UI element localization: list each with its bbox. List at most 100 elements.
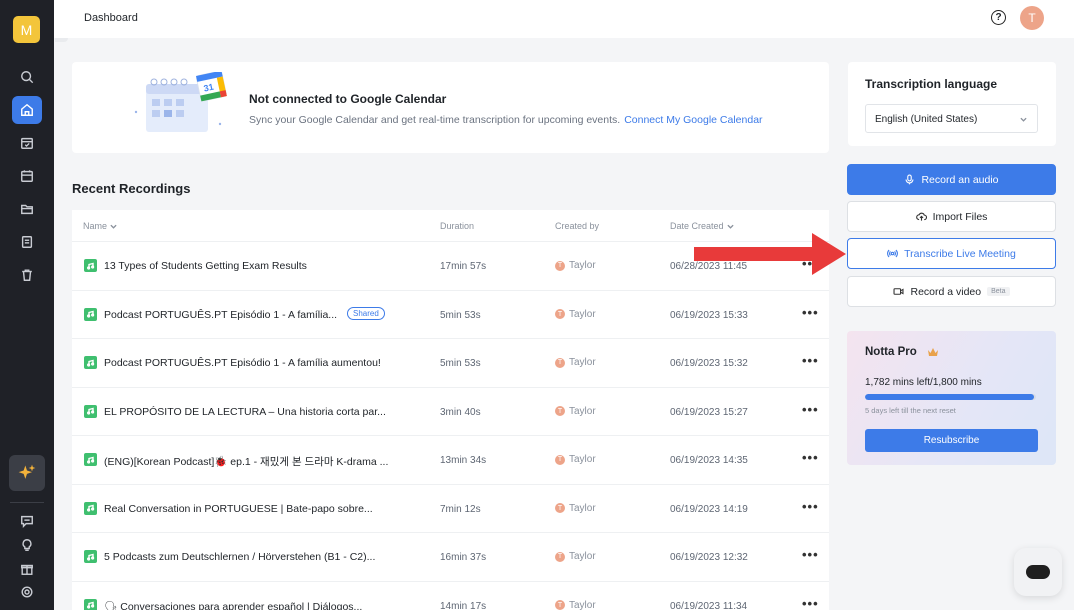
notta-pro-card: Notta Pro 1,782 mins left/1,800 mins 5 d… xyxy=(847,331,1056,465)
audio-file-icon xyxy=(84,598,97,610)
usage-progress-bar xyxy=(865,394,1036,400)
owner-name: Taylor xyxy=(569,260,596,271)
import-files-label: Import Files xyxy=(932,210,988,223)
audio-file-icon xyxy=(84,550,97,563)
owner-avatar: T xyxy=(555,600,565,610)
transcribe-live-label: Transcribe Live Meeting xyxy=(904,247,1016,260)
table-row[interactable]: EL PROPÓSITO DE LA LECTURA – Una histori… xyxy=(72,386,829,436)
settings-icon[interactable] xyxy=(12,578,42,606)
recording-date: 06/19/2023 14:19 xyxy=(670,503,748,515)
ai-sparkle-button[interactable] xyxy=(9,455,45,491)
reset-note: 5 days left till the next reset xyxy=(865,406,956,415)
recording-date: 06/19/2023 12:32 xyxy=(670,552,748,563)
owner-avatar: T xyxy=(555,309,565,319)
audio-file-icon xyxy=(84,404,97,418)
transcription-language-card: Transcription language English (United S… xyxy=(848,62,1056,146)
shared-badge: Shared xyxy=(347,306,385,320)
more-options-icon[interactable]: ••• xyxy=(802,353,819,368)
recording-name[interactable]: 13 Types of Students Getting Exam Result… xyxy=(104,260,307,272)
recording-name[interactable]: EL PROPÓSITO DE LA LECTURA – Una histori… xyxy=(104,406,386,418)
record-audio-button[interactable]: Record an audio xyxy=(847,164,1056,195)
recording-name[interactable]: (ENG)[Korean Podcast]🐞 ep.1 - 재밌게 본 드라마 … xyxy=(104,454,388,469)
banner-description: Sync your Google Calendar and get real-t… xyxy=(249,114,763,126)
calendar-date-number: 31 xyxy=(203,82,215,94)
more-options-icon[interactable]: ••• xyxy=(802,450,819,465)
language-select-value: English (United States) xyxy=(875,114,978,125)
owner-avatar: T xyxy=(555,357,565,368)
document-icon[interactable] xyxy=(12,228,42,256)
banner-title: Not connected to Google Calendar xyxy=(249,92,447,106)
record-audio-label: Record an audio xyxy=(921,173,999,186)
column-header-date-created[interactable]: Date Created xyxy=(670,221,734,231)
recording-duration: 3min 40s xyxy=(440,406,481,418)
recording-owner: T Taylor xyxy=(555,406,596,417)
recording-name[interactable]: 5 Podcasts zum Deutschlernen / Hörverste… xyxy=(104,551,375,563)
recording-name[interactable]: Podcast PORTUGUÊS.PT Episódio 1 - A famí… xyxy=(104,309,337,321)
recording-owner: T Taylor xyxy=(555,357,596,368)
more-options-icon[interactable]: ••• xyxy=(802,499,819,514)
owner-avatar: T xyxy=(555,260,565,271)
beta-badge: Beta xyxy=(987,287,1010,296)
video-camera-icon xyxy=(893,288,905,295)
audio-file-icon xyxy=(84,501,97,515)
more-options-icon[interactable]: ••• xyxy=(802,305,819,320)
search-icon[interactable] xyxy=(12,63,42,91)
recording-date: 06/19/2023 11:34 xyxy=(670,600,748,610)
crown-icon xyxy=(928,348,938,356)
more-options-icon[interactable]: ••• xyxy=(802,547,819,562)
table-row[interactable]: (ENG)[Korean Podcast]🐞 ep.1 - 재밌게 본 드라마 … xyxy=(72,435,829,484)
audio-file-icon xyxy=(84,453,97,466)
recording-duration: 13min 34s xyxy=(440,455,487,466)
banner-description-text: Sync your Google Calendar and get real-t… xyxy=(249,114,621,126)
table-row[interactable]: 5 Podcasts zum Deutschlernen / Hörverste… xyxy=(72,532,829,581)
recording-owner: T Taylor xyxy=(555,454,596,465)
recording-duration: 16min 37s xyxy=(440,552,487,563)
owner-avatar: T xyxy=(555,503,565,513)
owner-name: Taylor xyxy=(569,308,596,320)
record-video-label: Record a video xyxy=(910,285,982,298)
pro-plan-title: Notta Pro xyxy=(865,346,917,358)
recording-duration: 7min 12s xyxy=(440,503,481,515)
sidebar-divider xyxy=(10,502,44,503)
recording-name[interactable]: 🗣 Conversaciones para aprender español |… xyxy=(104,600,362,610)
workspace-avatar[interactable]: M xyxy=(13,16,40,43)
resubscribe-button[interactable]: Resubscribe xyxy=(865,429,1038,452)
owner-avatar: T xyxy=(555,454,565,465)
calendar-check-icon[interactable] xyxy=(12,129,42,157)
record-video-button[interactable]: Record a video Beta xyxy=(847,276,1056,307)
more-options-icon[interactable]: ••• xyxy=(802,402,819,417)
help-icon[interactable]: ? xyxy=(991,10,1006,25)
owner-avatar: T xyxy=(555,551,565,562)
column-header-name[interactable]: Name xyxy=(83,221,117,231)
table-row[interactable]: Podcast PORTUGUÊS.PT Episódio 1 - A famí… xyxy=(72,289,829,339)
home-icon[interactable] xyxy=(12,96,42,124)
chevron-down-icon xyxy=(110,224,117,229)
owner-name: Taylor xyxy=(569,357,596,368)
connect-calendar-link[interactable]: Connect My Google Calendar xyxy=(624,114,762,126)
audio-file-icon xyxy=(84,307,97,321)
owner-avatar: T xyxy=(555,406,565,416)
recording-name[interactable]: Real Conversation in PORTUGUESE | Bate-p… xyxy=(104,503,373,515)
trash-icon[interactable] xyxy=(12,261,42,289)
table-row[interactable]: Podcast PORTUGUÊS.PT Episódio 1 - A famí… xyxy=(72,338,829,387)
transcribe-live-meeting-button[interactable]: Transcribe Live Meeting xyxy=(847,238,1056,269)
chat-icon xyxy=(1026,565,1050,579)
calendar-icon[interactable] xyxy=(12,162,42,190)
more-options-icon[interactable]: ••• xyxy=(802,596,819,610)
google-calendar-banner: 31 Not connected to Google Calendar Sync… xyxy=(72,62,829,153)
chat-support-button[interactable] xyxy=(1014,548,1062,596)
table-row[interactable]: 🗣 Conversaciones para aprender español |… xyxy=(72,580,829,610)
recording-date: 06/19/2023 15:27 xyxy=(670,406,748,418)
microphone-icon xyxy=(905,174,914,185)
minutes-usage: 1,782 mins left/1,800 mins xyxy=(865,377,982,388)
language-select[interactable]: English (United States) xyxy=(865,104,1038,133)
import-files-button[interactable]: Import Files xyxy=(847,201,1056,232)
recording-duration: 14min 17s xyxy=(440,600,487,610)
folder-icon[interactable] xyxy=(12,195,42,223)
user-avatar[interactable]: T xyxy=(1020,6,1044,30)
recording-name[interactable]: Podcast PORTUGUÊS.PT Episódio 1 - A famí… xyxy=(104,357,381,369)
sidebar: M xyxy=(0,0,54,610)
calendar-illustration: 31 xyxy=(134,72,227,132)
table-row[interactable]: Real Conversation in PORTUGUESE | Bate-p… xyxy=(72,483,829,533)
column-header-created-by-label: Created by xyxy=(555,221,600,231)
